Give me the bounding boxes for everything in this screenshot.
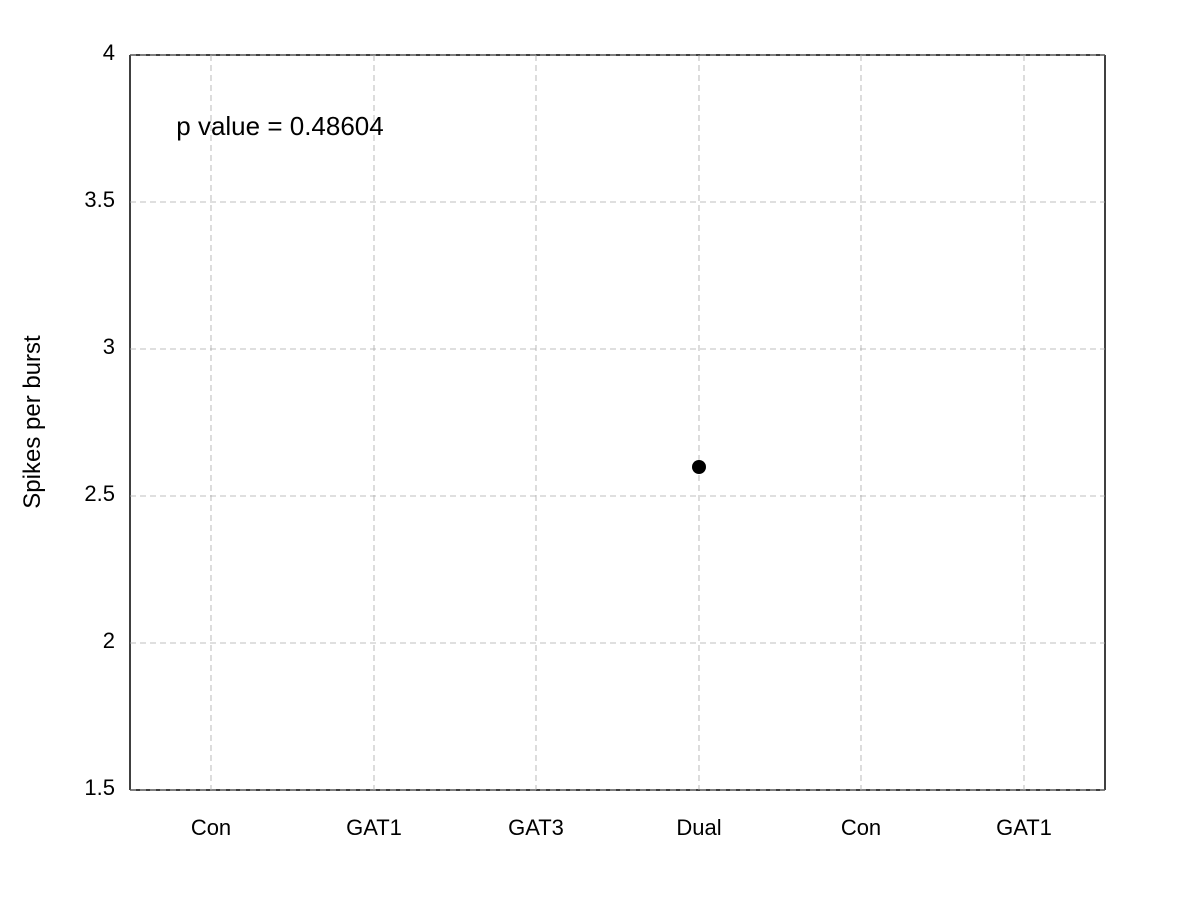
y-tick-2: 2 bbox=[103, 628, 115, 653]
y-tick-3-5: 3.5 bbox=[84, 187, 115, 212]
x-tick-gat3: GAT3 bbox=[508, 815, 564, 840]
x-tick-gat1-2: GAT1 bbox=[996, 815, 1052, 840]
x-tick-con2: Con bbox=[841, 815, 881, 840]
scatter-plot: 4 3.5 3 2.5 2 1.5 Spikes per burst Con G… bbox=[0, 0, 1200, 900]
x-tick-dual: Dual bbox=[676, 815, 721, 840]
data-point-dual bbox=[692, 460, 706, 474]
y-axis-label: Spikes per burst bbox=[19, 335, 46, 509]
y-tick-3: 3 bbox=[103, 334, 115, 359]
y-tick-2-5: 2.5 bbox=[84, 481, 115, 506]
y-tick-1-5: 1.5 bbox=[84, 775, 115, 800]
x-tick-con1: Con bbox=[191, 815, 231, 840]
y-tick-4: 4 bbox=[103, 40, 115, 65]
x-tick-gat1-1: GAT1 bbox=[346, 815, 402, 840]
chart-container: 4 3.5 3 2.5 2 1.5 Spikes per burst Con G… bbox=[0, 0, 1200, 900]
p-value-label: p value = 0.48604 bbox=[176, 111, 383, 141]
